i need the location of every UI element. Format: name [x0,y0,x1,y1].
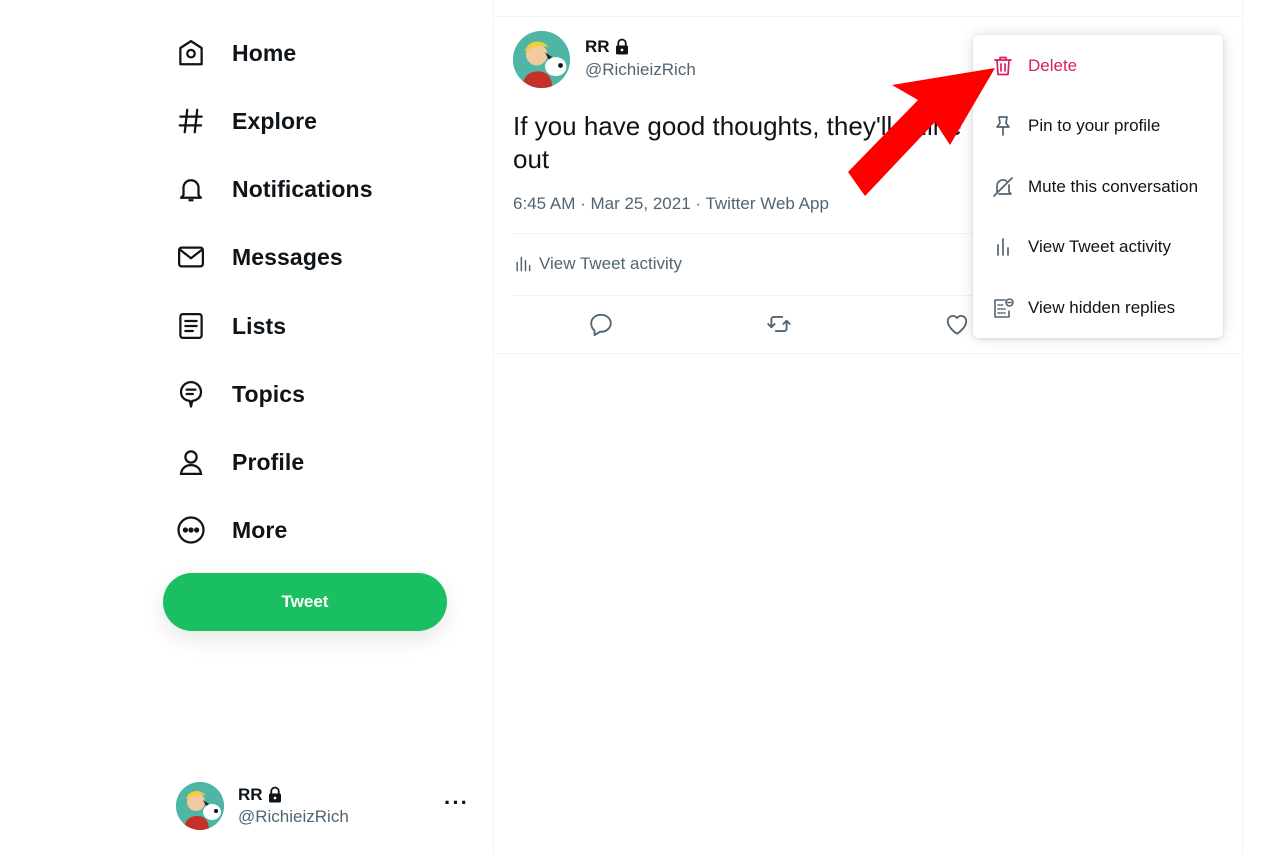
sidebar-item-topics[interactable]: Topics [176,374,305,414]
sidebar-item-label: Explore [232,107,318,134]
like-icon[interactable] [944,311,970,337]
sidebar-item-more[interactable]: More [176,510,287,550]
sidebar-item-messages[interactable]: Messages [176,237,343,277]
sidebar-nav: Home Explore Notifications Messages List… [0,0,493,853]
view-tweet-activity-link[interactable]: View Tweet activity [513,254,682,274]
bell-icon [176,174,206,204]
author-name: RR [585,37,610,56]
menu-item-view-tweet-activity[interactable]: View Tweet activity [973,217,1223,277]
account-switcher[interactable]: RR @RichieizRich ··· [176,780,469,832]
menu-item-label: Pin to your profile [1028,116,1161,135]
hidden-replies-icon [991,296,1015,320]
sidebar-item-notifications[interactable]: Notifications [176,169,373,209]
menu-item-label: View hidden replies [1028,298,1176,317]
divider [494,353,1242,354]
sidebar-item-label: Topics [232,380,306,407]
home-icon [176,38,206,68]
sidebar-item-label: Home [232,39,297,66]
sidebar-item-lists[interactable]: Lists [176,306,286,346]
more-circle-icon [176,515,206,545]
sidebar-item-label: Profile [232,448,305,475]
tweet-author-handle[interactable]: @RichieizRich [585,60,696,80]
sidebar-item-explore[interactable]: Explore [176,101,317,141]
tweet-author-name[interactable]: RR [585,37,631,57]
menu-item-label: Delete [1028,56,1078,75]
menu-item-label: Mute this conversation [1028,177,1199,196]
divider [513,233,983,234]
divider [513,295,983,296]
divider [494,16,1242,17]
account-handle: @RichieizRich [238,807,349,826]
tweet-button[interactable]: Tweet [163,573,447,631]
avatar[interactable] [513,31,570,88]
column-divider [493,0,494,853]
activity-icon [991,235,1015,259]
sidebar-item-home[interactable]: Home [176,33,296,73]
lock-icon [266,786,284,804]
account-name: RR [238,785,263,804]
tweet-timestamp[interactable]: 6:45 AM · Mar 25, 2021 · Twitter Web App [513,194,829,214]
annotation-arrow-icon [848,68,995,196]
topics-icon [176,379,206,409]
envelope-icon [176,242,206,272]
person-icon [176,447,206,477]
avatar [176,782,224,830]
menu-item-label: View Tweet activity [1028,237,1171,256]
list-icon [176,311,206,341]
hashtag-icon [176,106,206,136]
menu-item-view-hidden-replies[interactable]: View hidden replies [973,278,1223,338]
more-dots-icon[interactable]: ··· [444,790,469,816]
lock-icon [613,38,631,56]
sidebar-item-label: Lists [232,312,287,339]
sidebar-item-label: More [232,516,288,543]
activity-icon [516,256,531,272]
sidebar-item-profile[interactable]: Profile [176,442,304,482]
retweet-icon[interactable] [766,311,792,337]
activity-label: View Tweet activity [539,254,682,273]
reply-icon[interactable] [588,311,614,337]
column-divider [1242,0,1243,853]
sidebar-item-label: Notifications [232,175,373,202]
sidebar-item-label: Messages [232,243,343,270]
